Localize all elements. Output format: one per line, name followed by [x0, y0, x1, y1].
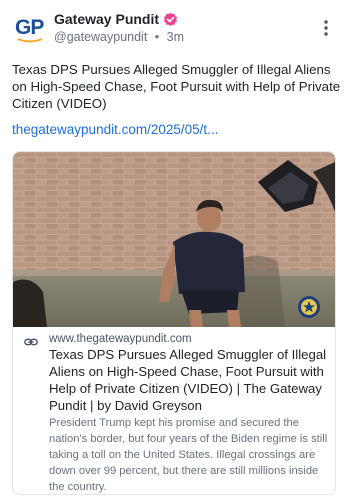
verified-badge-icon — [163, 12, 178, 26]
avatar-logo-text: GP — [15, 16, 44, 39]
avatar-swoosh-icon — [17, 38, 43, 43]
link-preview-card[interactable]: www.thegatewaypundit.com Texas DPS Pursu… — [12, 151, 336, 495]
more-options-icon[interactable] — [319, 18, 333, 38]
post-text: Texas DPS Pursues Alleged Smuggler of Il… — [12, 62, 341, 111]
meta-separator: • — [154, 30, 160, 44]
card-title[interactable]: Texas DPS Pursues Alleged Smuggler of Il… — [49, 346, 331, 414]
avatar[interactable]: GP — [12, 11, 46, 45]
post: GP Gateway Pundit @gatewaypundit • 3m Te… — [0, 0, 349, 500]
card-image[interactable] — [13, 152, 335, 327]
video-still-image — [13, 152, 335, 327]
author-row: Gateway Pundit — [54, 11, 178, 27]
link-icon — [24, 338, 38, 346]
author-handle[interactable]: @gatewaypundit — [54, 30, 147, 44]
post-age: 3m — [166, 30, 185, 44]
card-domain: www.thegatewaypundit.com — [49, 333, 192, 345]
author-name[interactable]: Gateway Pundit — [54, 11, 159, 27]
card-description: President Trump kept his promise and sec… — [49, 417, 328, 493]
post-link[interactable]: thegatewaypundit.com/2025/05/t... — [12, 122, 218, 137]
post-meta: @gatewaypundit • 3m — [54, 30, 184, 44]
